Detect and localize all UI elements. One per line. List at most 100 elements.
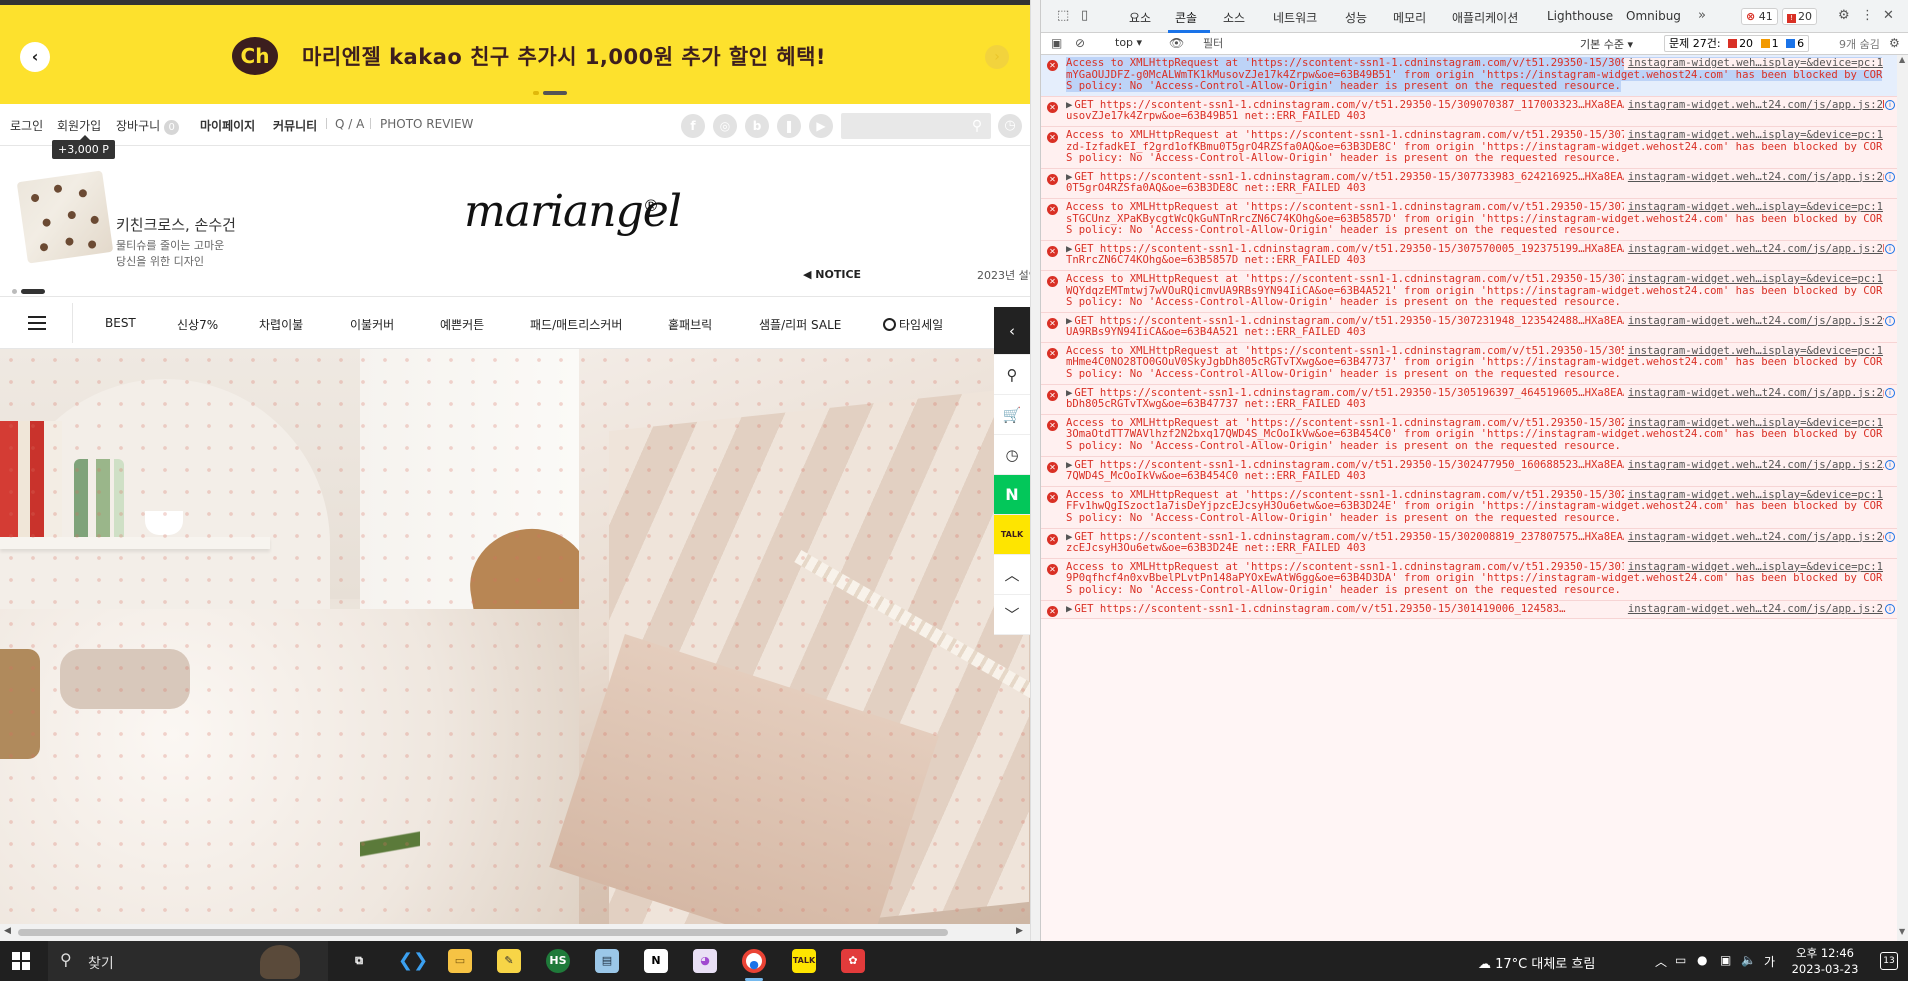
console-get-error[interactable]: ✕ instagram-widget.weh…t24.com/js/app.js:… xyxy=(1041,312,1897,343)
quick-menu-toggle-icon[interactable]: ‹ xyxy=(994,307,1030,355)
scroll-top-icon[interactable]: ︿ xyxy=(994,555,1030,595)
file-explorer-icon[interactable]: ▭ xyxy=(448,949,472,973)
console-get-error[interactable]: ✕ instagram-widget.weh…t24.com/js/app.js:… xyxy=(1041,456,1897,487)
source-link[interactable]: instagram-widget.weh…isplay=&device=pc:1 xyxy=(1623,417,1883,430)
nav-comforter[interactable]: 차렵이불 xyxy=(259,316,303,333)
issues-summary-button[interactable]: 문제 27건: 20 1 6 xyxy=(1664,35,1810,52)
banner-dot-active[interactable] xyxy=(543,91,567,95)
console-cors-error[interactable]: ✕ instagram-widget.weh…isplay=&device=pc:… xyxy=(1041,342,1897,385)
console-get-error[interactable]: ✕ instagram-widget.weh…t24.com/js/app.js:… xyxy=(1041,240,1897,271)
source-link[interactable]: instagram-widget.weh…isplay=&device=pc:1 xyxy=(1623,129,1883,142)
expand-triangle-icon[interactable]: ▶ xyxy=(1066,387,1072,399)
photos-icon[interactable]: ✿ xyxy=(841,949,865,973)
console-cors-error[interactable]: ✕ instagram-widget.weh…isplay=&device=pc:… xyxy=(1041,558,1897,601)
kakao-talk-icon[interactable]: TALK xyxy=(994,515,1030,555)
console-cors-error[interactable]: ✕ instagram-widget.weh…isplay=&device=pc:… xyxy=(1041,126,1897,169)
console-cors-error[interactable]: ✕ instagram-widget.weh…isplay=&device=pc:… xyxy=(1041,55,1897,97)
photo-review-link[interactable]: PHOTO REVIEW xyxy=(380,117,473,131)
expand-triangle-icon[interactable]: ▶ xyxy=(1066,315,1072,327)
console-cors-error[interactable]: ✕ instagram-widget.weh…isplay=&device=pc:… xyxy=(1041,198,1897,241)
source-link[interactable]: instagram-widget.weh…t24.com/js/app.js:2 xyxy=(1623,99,1883,112)
sidebar-toggle-icon[interactable]: ▣ xyxy=(1051,36,1062,50)
instagram-icon[interactable]: ◎ xyxy=(713,114,737,138)
scroll-up-icon[interactable]: ▲ xyxy=(1899,55,1905,64)
promo-message[interactable]: 마리엔젤 kakao 친구 추가시 1,000원 추가 할인 혜택! xyxy=(302,41,826,71)
request-info-icon[interactable]: i xyxy=(1885,459,1895,470)
source-link[interactable]: instagram-widget.weh…t24.com/js/app.js:2 xyxy=(1623,243,1883,256)
source-link[interactable]: instagram-widget.weh…t24.com/js/app.js:2 xyxy=(1623,531,1883,544)
windows-start-icon[interactable] xyxy=(12,952,30,970)
tab-sources[interactable]: 소스 xyxy=(1223,9,1245,26)
tab-console[interactable]: 콘솔 xyxy=(1175,9,1197,26)
clock-date[interactable]: 2023-03-23 xyxy=(1789,962,1861,976)
console-get-error[interactable]: ✕ instagram-widget.weh…t24.com/js/app.js:… xyxy=(1041,168,1897,199)
source-link[interactable]: instagram-widget.weh…t24.com/js/app.js:2 xyxy=(1623,171,1883,184)
naver-icon[interactable]: N xyxy=(994,475,1030,515)
tab-memory[interactable]: 메모리 xyxy=(1393,9,1426,26)
quick-cart-icon[interactable]: 🛒 xyxy=(994,395,1030,435)
paint-icon[interactable]: ◕ xyxy=(693,949,717,973)
scrollbar-thumb[interactable] xyxy=(18,929,948,936)
chrome-icon[interactable]: ● xyxy=(742,949,766,973)
tab-omnibug[interactable]: Omnibug xyxy=(1626,9,1681,23)
community-link[interactable]: 커뮤니티 xyxy=(273,117,317,134)
vertical-scrollbar[interactable] xyxy=(1030,0,1040,941)
clock-time[interactable]: 오후 12:46 xyxy=(1795,945,1855,961)
issues-count-badge[interactable]: ! 20 xyxy=(1782,8,1817,25)
facebook-icon[interactable]: f xyxy=(681,114,705,138)
quick-recent-icon[interactable]: ◷ xyxy=(994,435,1030,475)
request-info-icon[interactable]: i xyxy=(1885,387,1895,398)
notification-center-icon[interactable]: 13 xyxy=(1880,952,1898,970)
banner-dot[interactable] xyxy=(533,91,539,95)
tab-lighthouse[interactable]: Lighthouse xyxy=(1547,9,1613,23)
quick-search-icon[interactable]: ⚲ xyxy=(994,355,1030,395)
request-info-icon[interactable]: i xyxy=(1885,531,1895,542)
banner-next-button[interactable]: › xyxy=(985,45,1009,69)
inspect-element-icon[interactable]: ⬚ xyxy=(1057,8,1069,23)
vscode-icon[interactable]: ❮❯ xyxy=(398,949,428,973)
console-get-error[interactable]: ✕ instagram-widget.weh…t24.com/js/app.js:… xyxy=(1041,384,1897,415)
kebab-menu-icon[interactable]: ⋮ xyxy=(1861,8,1874,23)
scroll-right-icon[interactable]: ▶ xyxy=(1016,926,1023,936)
source-link[interactable]: instagram-widget.weh…t24.com/js/app.js:2 xyxy=(1623,387,1883,400)
kakao-promo-banner[interactable]: ‹ Ch 마리엔젤 kakao 친구 추가시 1,000원 추가 할인 혜택! … xyxy=(0,5,1030,104)
hero-banner-image[interactable] xyxy=(0,349,1030,924)
tray-overflow-icon[interactable]: ︿ xyxy=(1655,953,1667,970)
expand-triangle-icon[interactable]: ▶ xyxy=(1066,603,1072,615)
expand-triangle-icon[interactable]: ▶ xyxy=(1066,243,1072,255)
nav-best[interactable]: BEST xyxy=(105,316,136,330)
source-link[interactable]: instagram-widget.weh…t24.com/js/app.js:2 xyxy=(1623,603,1883,616)
console-log[interactable]: ✕ instagram-widget.weh…isplay=&device=pc:… xyxy=(1041,55,1897,941)
context-selector[interactable]: top ▾ xyxy=(1115,36,1142,49)
console-cors-error[interactable]: ✕ instagram-widget.weh…isplay=&device=pc:… xyxy=(1041,270,1897,313)
tab-performance[interactable]: 성능 xyxy=(1345,9,1367,26)
menu-icon[interactable] xyxy=(28,316,46,330)
settings-gear-icon[interactable]: ⚙ xyxy=(1838,8,1850,23)
source-link[interactable]: instagram-widget.weh…t24.com/js/app.js:2 xyxy=(1623,315,1883,328)
expand-triangle-icon[interactable]: ▶ xyxy=(1066,171,1072,183)
nav-fabric[interactable]: 홑패브릭 xyxy=(668,316,712,333)
expand-triangle-icon[interactable]: ▶ xyxy=(1066,459,1072,471)
log-level-selector[interactable]: 기본 수준 ▾ xyxy=(1580,36,1633,52)
kakaotalk-icon[interactable]: TALK xyxy=(792,949,816,973)
recent-view-icon[interactable]: ◷ xyxy=(998,114,1022,138)
battery-icon[interactable]: ▭ xyxy=(1675,953,1686,967)
expand-triangle-icon[interactable]: ▶ xyxy=(1066,99,1072,111)
notice-label[interactable]: ◀ NOTICE xyxy=(803,268,861,281)
nav-pad-cover[interactable]: 패드/매트리스커버 xyxy=(530,316,622,333)
horizontal-scrollbar[interactable]: ◀ ▶ xyxy=(0,924,1030,941)
source-link[interactable]: instagram-widget.weh…isplay=&device=pc:1 xyxy=(1623,201,1883,214)
source-link[interactable]: instagram-widget.weh…isplay=&device=pc:1 xyxy=(1623,345,1883,358)
task-view-icon[interactable]: ⧉ xyxy=(347,949,371,973)
taskbar-search-label[interactable]: 찾기 xyxy=(88,953,114,973)
kitchen-cloth-thumbnail[interactable] xyxy=(16,170,114,264)
error-count-badge[interactable]: ⊗ 41 xyxy=(1741,8,1778,25)
banner-prev-button[interactable]: ‹ xyxy=(20,42,50,72)
source-link[interactable]: instagram-widget.weh…isplay=&device=pc:1 xyxy=(1623,273,1883,286)
qa-link[interactable]: Q / A xyxy=(335,117,364,131)
console-settings-gear-icon[interactable]: ⚙ xyxy=(1889,36,1900,50)
scroll-bottom-icon[interactable]: ﹀ xyxy=(994,595,1030,635)
request-info-icon[interactable]: i xyxy=(1885,315,1895,326)
mypage-link[interactable]: 마이페이지 xyxy=(200,117,255,134)
request-info-icon[interactable]: i xyxy=(1885,171,1895,182)
